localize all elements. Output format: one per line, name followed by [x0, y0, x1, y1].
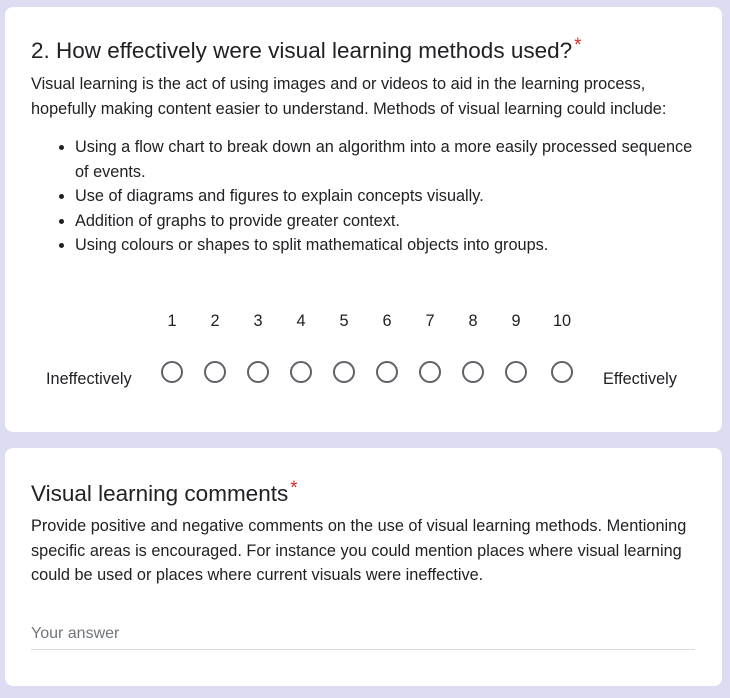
scale-number-9: 9 — [511, 312, 521, 330]
scale-number-1: 1 — [167, 312, 177, 330]
methods-list-item: Addition of graphs to provide greater co… — [75, 209, 701, 234]
scale-radio-1[interactable] — [161, 361, 183, 383]
scale-radio-6[interactable] — [376, 361, 398, 383]
scale-number-4: 4 — [296, 312, 306, 330]
required-asterisk: * — [290, 478, 298, 499]
question-description: Provide positive and negative comments o… — [31, 514, 701, 588]
scale-radio-8[interactable] — [462, 361, 484, 383]
methods-list-item: Using colours or shapes to split mathema… — [75, 233, 701, 258]
question-title-text: Visual learning comments — [31, 481, 289, 506]
scale-number-7: 7 — [425, 312, 435, 330]
required-asterisk: * — [574, 35, 582, 56]
scale-number-6: 6 — [382, 312, 392, 330]
scale-low-label: Ineffectively — [46, 370, 132, 388]
question-card-visual-comments: Visual learning comments * Provide positi… — [5, 448, 722, 686]
answer-input[interactable] — [31, 618, 695, 650]
scale-radio-10[interactable] — [551, 361, 573, 383]
scale-radio-3[interactable] — [247, 361, 269, 383]
comments-description: Provide positive and negative comments o… — [31, 517, 687, 584]
question-title-text: 2. How effectively were visual learning … — [31, 38, 573, 63]
scale-radio-9[interactable] — [505, 361, 527, 383]
scale-radio-7[interactable] — [419, 361, 441, 383]
scale-number-10: 10 — [552, 312, 572, 330]
scale-radio-2[interactable] — [204, 361, 226, 383]
scale-number-3: 3 — [253, 312, 263, 330]
question-description: Visual learning is the act of using imag… — [31, 72, 701, 258]
scale-number-2: 2 — [210, 312, 220, 330]
question-card-visual-effectiveness: 2. How effectively were visual learning … — [5, 7, 722, 432]
scale-radio-4[interactable] — [290, 361, 312, 383]
methods-list-item: Using a flow chart to break down an algo… — [75, 135, 701, 184]
methods-list-item: Use of diagrams and figures to explain c… — [75, 184, 701, 209]
scale-number-8: 8 — [468, 312, 478, 330]
question-title: Visual learning comments * — [31, 479, 298, 506]
scale-radio-5[interactable] — [333, 361, 355, 383]
scale-high-label: Effectively — [603, 370, 677, 388]
question-title: 2. How effectively were visual learning … — [31, 36, 582, 63]
scale-number-5: 5 — [339, 312, 349, 330]
methods-list: Using a flow chart to break down an algo… — [31, 135, 701, 258]
question-intro: Visual learning is the act of using imag… — [31, 75, 667, 118]
